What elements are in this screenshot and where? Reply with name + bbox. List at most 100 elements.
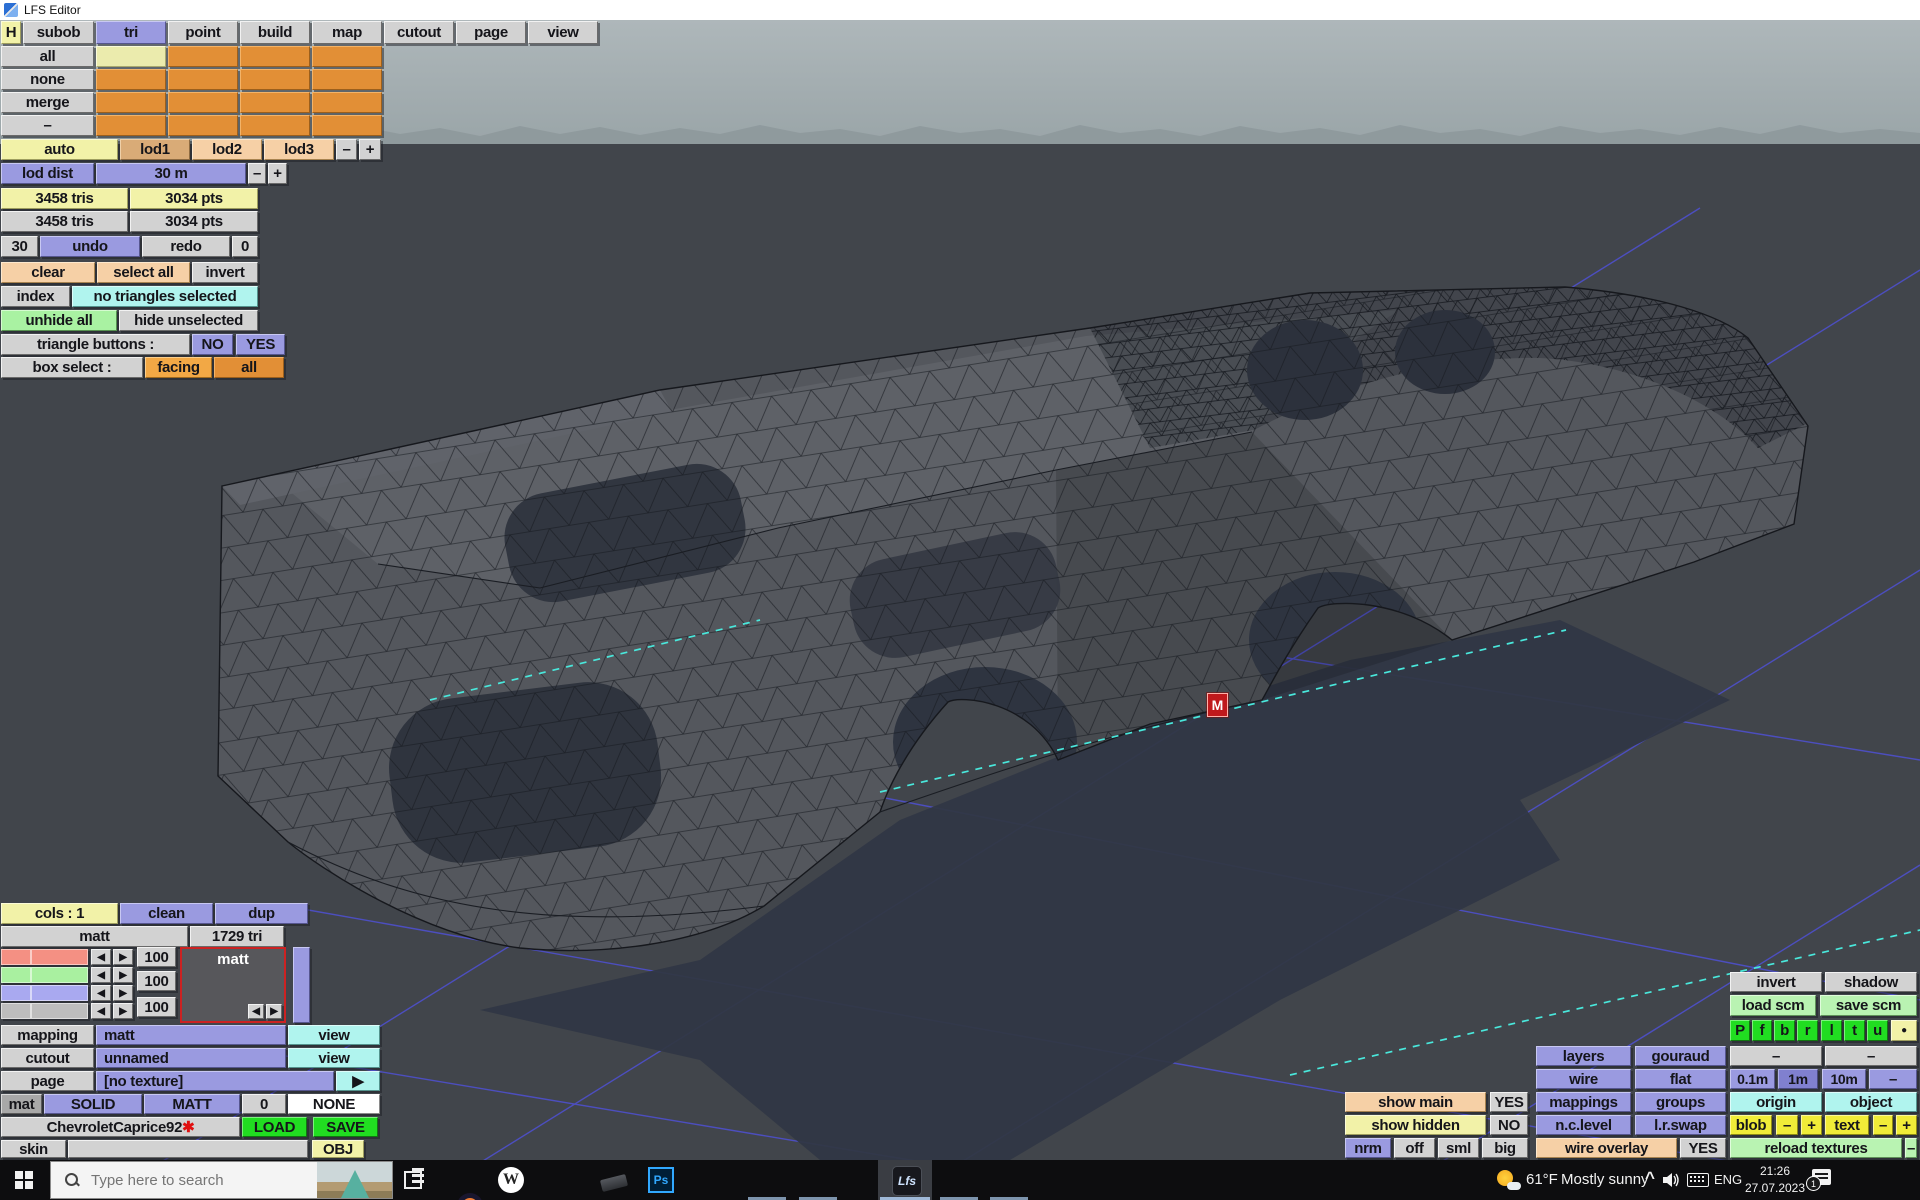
load-scm-button[interactable]: load scm [1730,995,1816,1016]
select-grid-cell[interactable] [240,69,310,90]
tab-subob[interactable]: subob [23,21,94,44]
obj-button[interactable]: OBJ [312,1140,364,1158]
select-grid-cell[interactable] [168,46,238,67]
select-all-row[interactable]: all [1,46,94,67]
select-grid-cell[interactable] [240,46,310,67]
lod-dist-value[interactable]: 30 m [96,163,246,184]
proj-r-button[interactable]: r [1797,1020,1818,1041]
select-grid-cell[interactable] [312,115,382,136]
color-slider-blue[interactable] [1,985,88,1001]
skin-value[interactable] [68,1140,308,1158]
notification-center-icon[interactable]: 1 [1806,1169,1831,1191]
clock[interactable]: 21:26 27.07.2023 г. [1742,1163,1808,1200]
layers-dash2[interactable]: – [1825,1046,1917,1066]
nrm-sml-button[interactable]: sml [1438,1138,1479,1158]
proj-b-button[interactable]: b [1774,1020,1795,1041]
material-name[interactable]: matt [1,926,188,947]
select-grid-cell[interactable] [168,115,238,136]
volume-icon[interactable] [1663,1172,1681,1188]
tab-cutout[interactable]: cutout [384,21,454,44]
lod-dist-minus-button[interactable]: – [248,163,266,184]
photoshop-icon[interactable]: Ps [648,1167,674,1193]
redo-button[interactable]: redo [142,236,230,257]
color-slider-red[interactable] [1,949,88,965]
shadow-button[interactable]: shadow [1825,972,1917,992]
select-grid-cell[interactable] [168,69,238,90]
text-minus-button[interactable]: – [1873,1115,1893,1135]
select-grid-cell[interactable] [96,115,166,136]
material-scroll-strip[interactable] [293,947,310,1023]
lfs-editor-icon[interactable]: Lfs [892,1166,922,1196]
mat-solid-button[interactable]: SOLID [44,1094,142,1114]
invert-selection-button[interactable]: invert [192,262,258,283]
save-button[interactable]: SAVE [313,1117,378,1137]
show-main-toggle[interactable]: YES [1490,1092,1528,1112]
task-view-icon[interactable] [402,1167,428,1193]
unhide-all-button[interactable]: unhide all [1,310,117,331]
proj-p-button[interactable]: P [1730,1020,1750,1041]
color-value-blue[interactable]: 100 [137,997,176,1017]
color-value-green[interactable]: 100 [137,971,176,991]
weather-icon[interactable] [1497,1168,1521,1192]
gouraud-button[interactable]: gouraud [1635,1046,1726,1066]
touch-keyboard-icon[interactable] [1687,1173,1709,1187]
cutout-value[interactable]: unnamed [96,1048,286,1068]
clear-button[interactable]: clear [1,262,95,283]
lod2-button[interactable]: lod2 [192,139,262,160]
nrm-big-button[interactable]: big [1482,1138,1528,1158]
language-indicator[interactable]: ENG [1714,1172,1742,1187]
home-button[interactable]: H [1,21,21,44]
select-grid-cell[interactable] [312,46,382,67]
index-button[interactable]: index [1,286,70,307]
lod-auto-button[interactable]: auto [1,139,118,160]
grid-10m-button[interactable]: 10m [1822,1069,1866,1089]
weather-temp[interactable]: 61°F [1526,1171,1558,1188]
weather-desc[interactable]: Mostly sunny [1561,1171,1649,1188]
color-slider-gray[interactable] [1,1003,88,1019]
proj-t-button[interactable]: t [1844,1020,1865,1041]
select-grid-cell[interactable] [240,115,310,136]
lod1-button[interactable]: lod1 [120,139,190,160]
slider-right-arrow[interactable]: ▶ [113,1003,133,1019]
box-select-facing[interactable]: facing [145,357,212,378]
preview-right-arrow[interactable]: ▶ [266,1004,282,1019]
blob-button[interactable]: blob [1730,1115,1772,1135]
triangle-buttons-yes[interactable]: YES [236,334,285,355]
page-next-button[interactable]: ▶ [336,1071,380,1091]
groups-button[interactable]: groups [1635,1092,1726,1112]
slider-right-arrow[interactable]: ▶ [113,985,133,1001]
wire-button[interactable]: wire [1536,1069,1631,1089]
select-grid-cell[interactable] [312,92,382,113]
select-grid-cell[interactable] [312,69,382,90]
show-hidden-toggle[interactable]: NO [1490,1115,1528,1135]
slider-right-arrow[interactable]: ▶ [113,949,133,965]
select-all-button[interactable]: select all [97,262,190,283]
select-merge-row[interactable]: merge [1,92,94,113]
preview-left-arrow[interactable]: ◀ [248,1004,264,1019]
proj-l-button[interactable]: l [1821,1020,1842,1041]
blob-plus-button[interactable]: + [1801,1115,1822,1135]
select-grid-cell[interactable] [96,69,166,90]
select-grid-cell[interactable] [240,92,310,113]
proj-dot-button[interactable]: ● [1891,1020,1917,1041]
mat-matt-button[interactable]: MATT [144,1094,240,1114]
layers-dash1[interactable]: – [1730,1046,1822,1066]
lod-minus-button[interactable]: – [336,139,357,160]
cols-button[interactable]: cols : 1 [1,903,118,924]
grid-01m-button[interactable]: 0.1m [1730,1069,1775,1089]
flat-button[interactable]: flat [1635,1069,1726,1089]
undo-button[interactable]: undo [40,236,140,257]
slider-right-arrow[interactable]: ▶ [113,967,133,983]
select-grid-cell[interactable] [96,92,166,113]
tab-view[interactable]: view [528,21,598,44]
lr-swap-button[interactable]: l.r.swap [1635,1115,1726,1135]
load-button[interactable]: LOAD [242,1117,307,1137]
tab-tri[interactable]: tri [96,21,166,44]
mat-zero[interactable]: 0 [242,1094,286,1114]
viewport-3d[interactable] [0,0,1920,1200]
slider-left-arrow[interactable]: ◀ [91,985,111,1001]
color-slider-green[interactable] [1,967,88,983]
reload-dash-button[interactable]: – [1905,1138,1917,1158]
nc-level-button[interactable]: n.c.level [1536,1115,1631,1135]
wire-overlay-toggle[interactable]: YES [1680,1138,1726,1158]
